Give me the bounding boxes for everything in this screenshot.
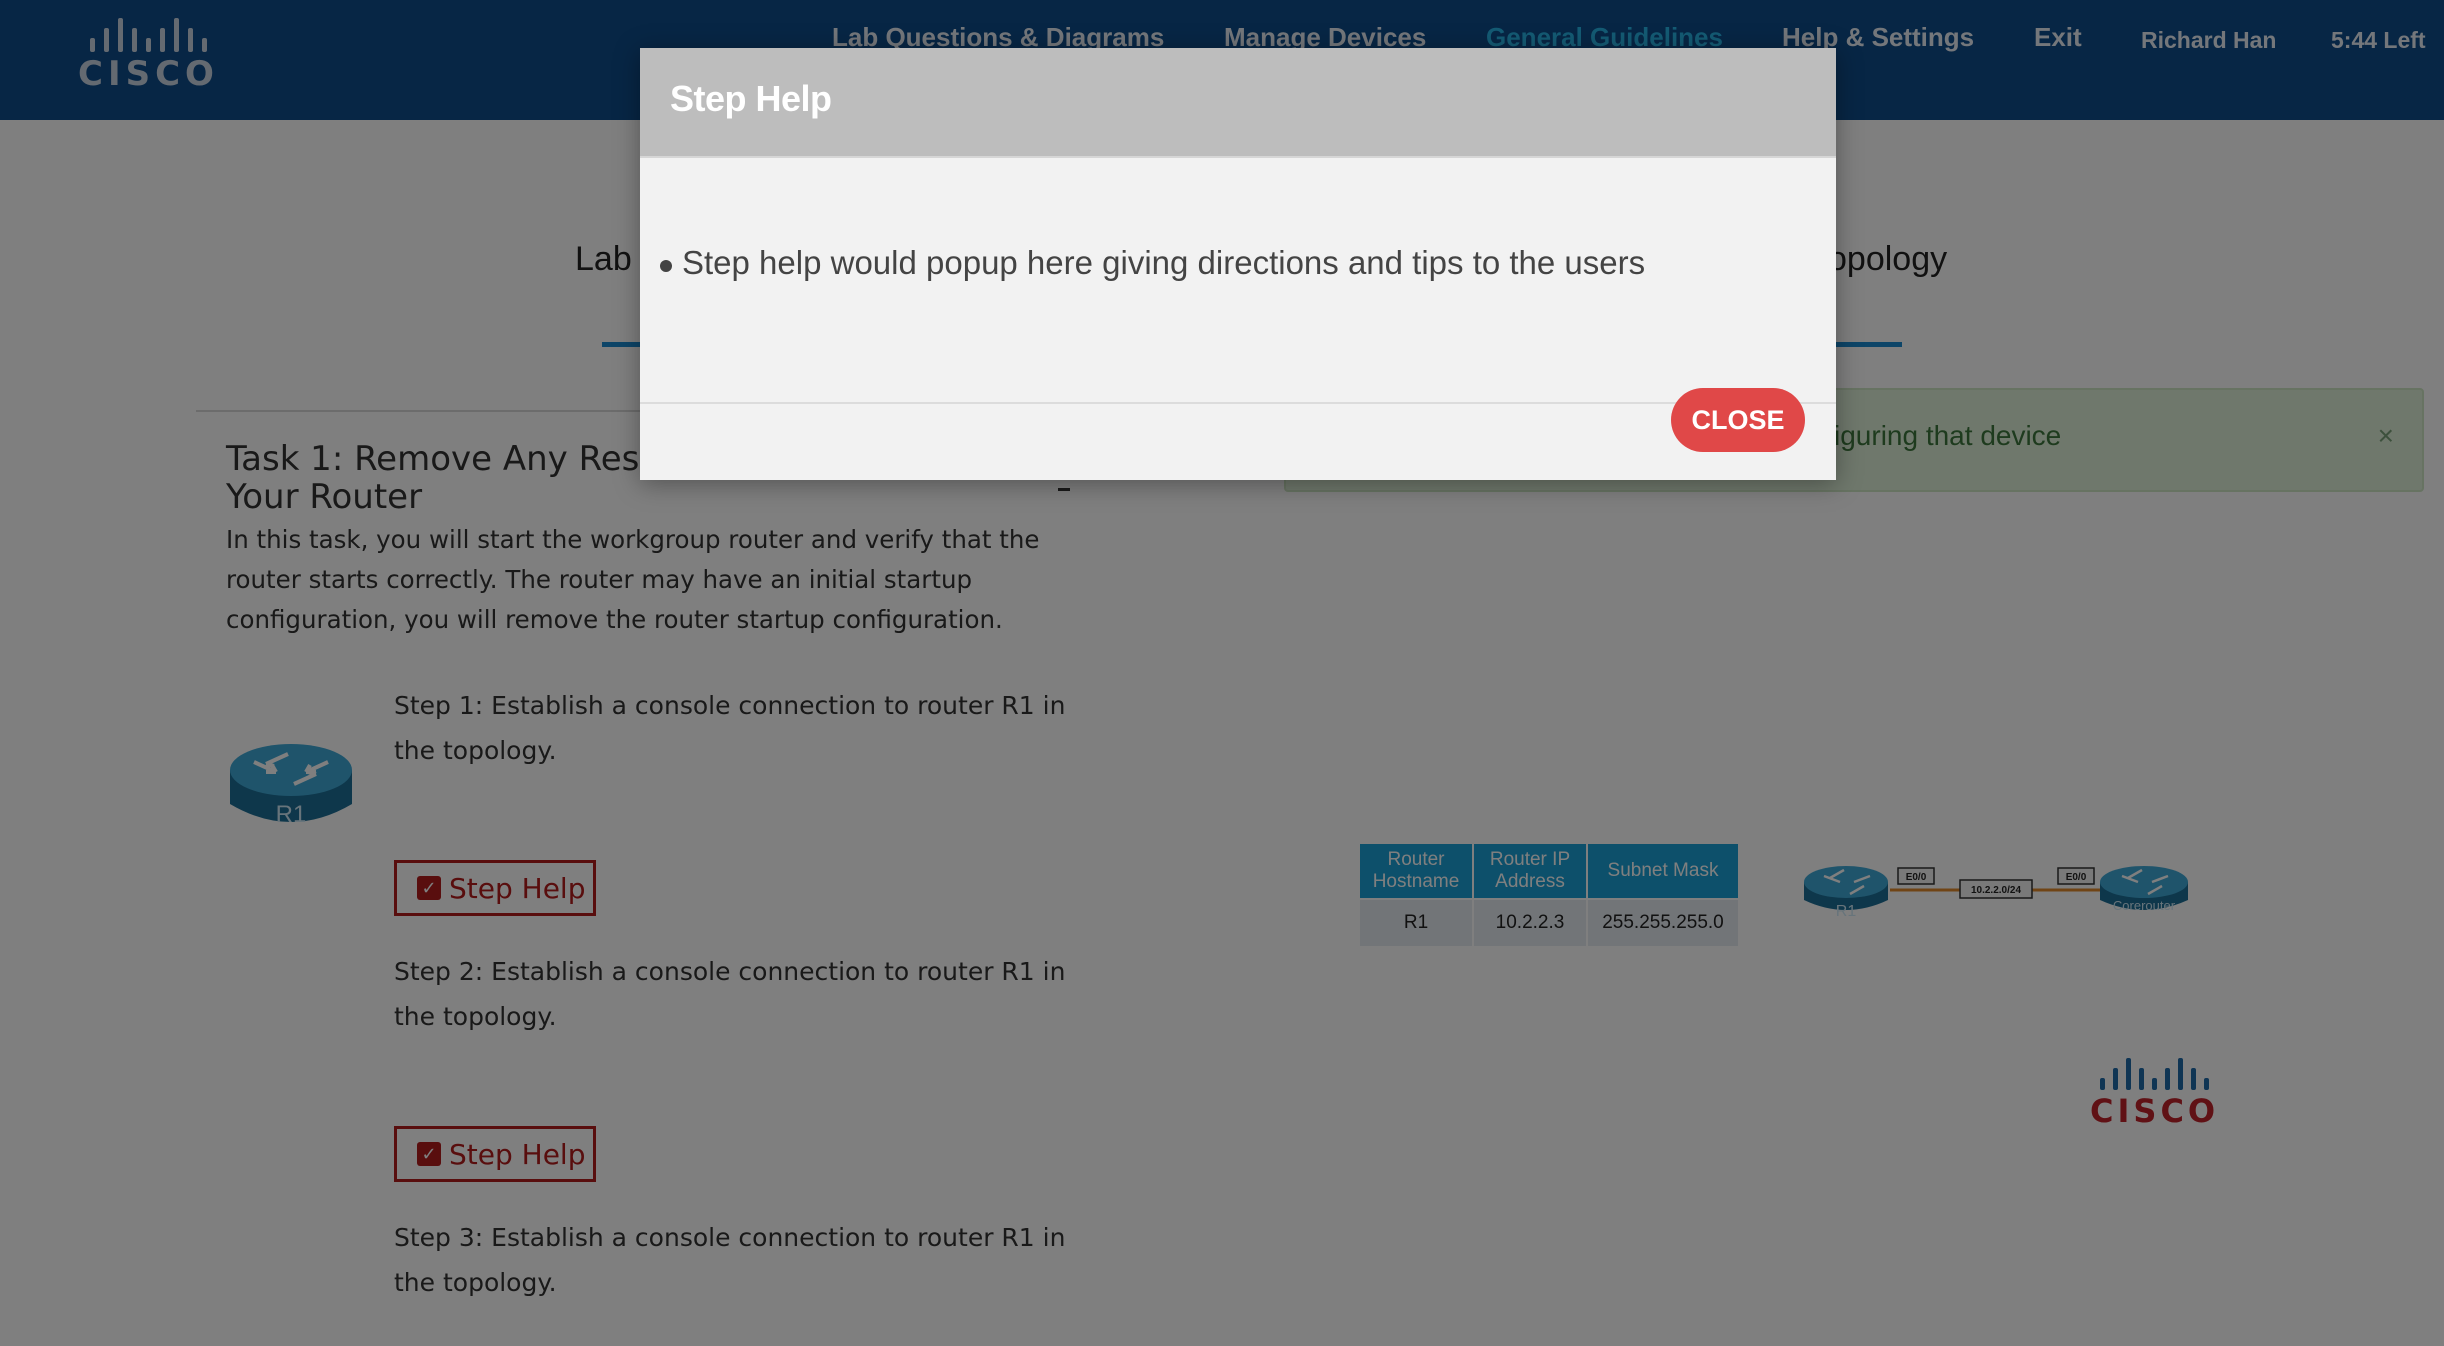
bullet-icon (660, 260, 672, 272)
modal-header: Step Help (640, 48, 1836, 158)
step-help-modal: Step Help Step help would popup here giv… (640, 48, 1836, 480)
modal-title: Step Help (670, 78, 832, 119)
modal-body: Step help would popup here giving direct… (640, 160, 1836, 404)
modal-body-text: Step help would popup here giving direct… (682, 244, 1646, 281)
modal-close-button[interactable]: CLOSE (1671, 388, 1805, 452)
